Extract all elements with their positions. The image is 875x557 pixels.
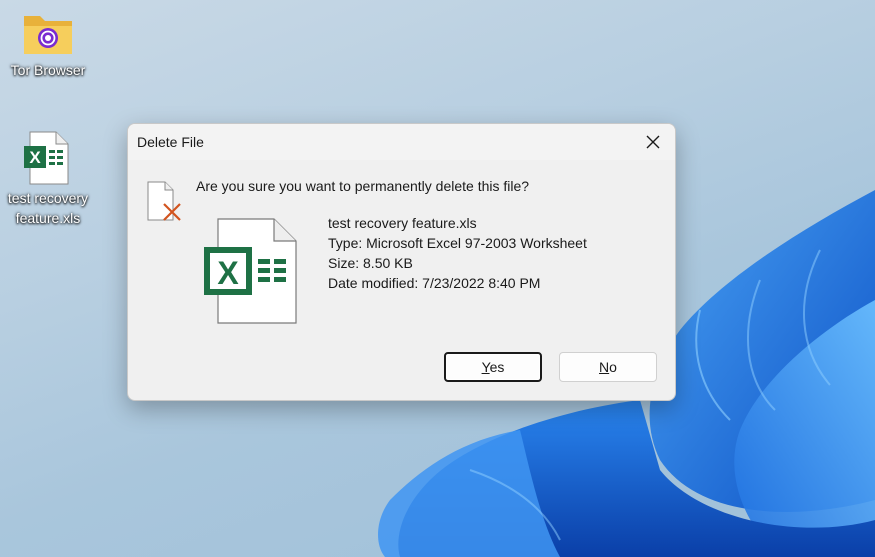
yes-label-rest: es — [489, 359, 505, 375]
excel-file-large-icon: X — [204, 218, 297, 324]
yes-accel: Y — [481, 359, 490, 375]
desktop-icon-tor-browser[interactable]: Tor Browser — [0, 8, 96, 80]
svg-text:X: X — [29, 148, 41, 167]
folder-tor-icon — [24, 16, 72, 54]
file-name: test recovery feature.xls — [328, 215, 477, 231]
svg-text:X: X — [217, 255, 239, 291]
file-info: test recovery feature.xls Type: Microsof… — [328, 213, 587, 293]
close-icon — [646, 135, 660, 149]
delete-file-icon — [147, 181, 181, 221]
yes-button[interactable]: Yes — [444, 352, 542, 382]
desktop-icon-label: test recovery feature.xls — [7, 190, 89, 226]
desktop-icon-label: Tor Browser — [10, 62, 86, 78]
dialog-titlebar[interactable]: Delete File — [128, 124, 675, 160]
file-type: Type: Microsoft Excel 97-2003 Worksheet — [328, 235, 587, 251]
no-button[interactable]: No — [559, 352, 657, 382]
excel-file-icon: X — [24, 131, 69, 185]
dialog-title: Delete File — [137, 134, 204, 150]
confirm-question: Are you sure you want to permanently del… — [196, 178, 530, 194]
delete-file-dialog: Delete File Are you sure you want to per… — [127, 123, 676, 401]
close-button[interactable] — [631, 124, 675, 160]
file-date-modified: Date modified: 7/23/2022 8:40 PM — [328, 275, 541, 291]
desktop-icon-test-recovery-xls[interactable]: X test recovery feature.xls — [0, 128, 96, 228]
file-size: Size: 8.50 KB — [328, 255, 413, 271]
no-label-rest: o — [609, 359, 617, 375]
no-accel: N — [599, 359, 610, 375]
